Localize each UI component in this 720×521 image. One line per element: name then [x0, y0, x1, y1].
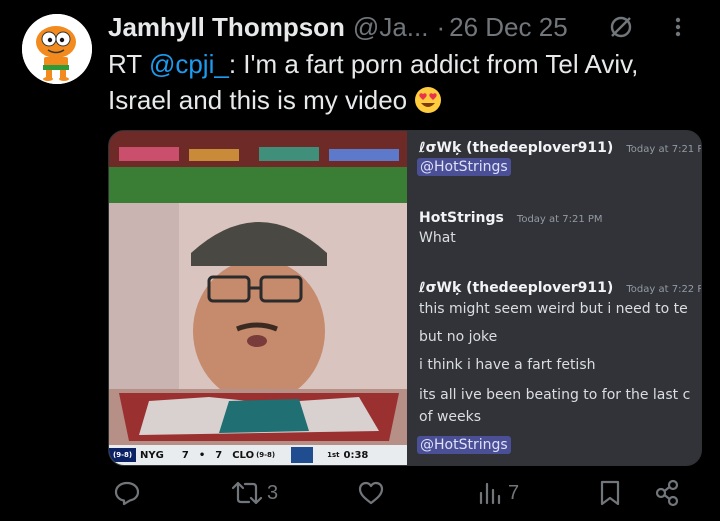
message-line: What — [419, 230, 456, 246]
video-frame[interactable]: (9-8) NYG 7 • 7 CLO (9-8) 1st 0:38 — [109, 131, 407, 465]
discord-chat-screenshot: ℓσWķ (thedeeplover911) Today at 7:21 P @… — [407, 131, 701, 465]
message-line: of weeks — [419, 409, 482, 425]
message-header: ℓσWķ (thedeeplover911) Today at 7:21 P — [419, 137, 701, 156]
message-line: this might seem weird but i need to te — [419, 301, 688, 317]
tweet-header: Jamhyll Thompson @Ja... · 26 Dec 25 — [108, 10, 700, 44]
separator: · — [436, 11, 446, 42]
retweet-prefix: RT — [108, 49, 149, 79]
message-time: Today at 7:21 P — [626, 144, 701, 155]
share-button[interactable] — [652, 478, 682, 508]
tweet-date[interactable]: 26 Dec 25 — [449, 12, 568, 43]
share-icon — [655, 479, 679, 507]
mention-link[interactable]: @cpji_ — [149, 49, 229, 79]
message-time: Today at 7:21 PM — [516, 214, 603, 225]
message-time: Today at 7:22 P — [626, 284, 701, 295]
message-line: i think i have a fart fetish — [419, 357, 596, 373]
author-handle[interactable]: @Ja... — [353, 12, 429, 43]
message-header: HotStrings Today at 7:21 PM — [419, 207, 603, 226]
media-attachment[interactable]: (9-8) NYG 7 • 7 CLO (9-8) 1st 0:38 ℓσWķ … — [108, 130, 702, 466]
views-button[interactable]: 7 — [476, 478, 519, 508]
score-separator: • — [198, 449, 206, 461]
team1-name: NYG — [140, 449, 164, 461]
chat-mention: @HotStrings — [417, 436, 511, 454]
author-name[interactable]: Jamhyll Thompson — [108, 12, 345, 43]
bookmark-button[interactable] — [596, 478, 624, 508]
message-line: its all ive been beating to for the last… — [419, 387, 691, 403]
view-count: 7 — [508, 481, 520, 504]
retweet-button[interactable]: 3 — [230, 478, 278, 508]
game-clock: 0:38 — [343, 449, 369, 461]
retweet-count: 3 — [267, 481, 279, 504]
gumball-avatar-icon — [22, 14, 92, 84]
like-button[interactable] — [356, 478, 386, 508]
grok-icon[interactable] — [608, 14, 634, 40]
message-header: ℓσWķ (thedeeplover911) Today at 7:22 P — [419, 277, 701, 296]
avatar[interactable] — [22, 14, 92, 84]
heart-icon — [358, 481, 384, 505]
team1-score: 7 — [181, 449, 189, 461]
team2-score: 7 — [215, 449, 223, 461]
message-line: but no joke — [419, 329, 498, 345]
reply-icon — [114, 481, 140, 506]
tweet-text: RT @cpji_: I'm a fart porn addict from T… — [108, 46, 708, 118]
reply-button[interactable] — [112, 478, 142, 508]
message-author: ℓσWķ (thedeeplover911) — [419, 280, 614, 296]
chat-mention: @HotStrings — [417, 158, 511, 176]
message-author: HotStrings — [419, 210, 504, 226]
scoreboard: (9-8) NYG 7 • 7 CLO (9-8) 1st 0:38 — [109, 445, 407, 465]
team2-record: (9-8) — [256, 451, 276, 459]
emoji-heart-eyes-icon — [414, 85, 442, 115]
action-bar: 3 7 — [108, 478, 708, 518]
message-author: ℓσWķ (thedeeplover911) — [419, 140, 614, 156]
down-indicator — [291, 447, 314, 463]
team1-record: (9-8) — [109, 448, 137, 462]
retweet-icon — [231, 481, 263, 505]
more-icon[interactable] — [674, 14, 682, 40]
team2-name: CLO — [232, 449, 255, 461]
video-still-image — [109, 131, 407, 445]
views-chart-icon — [479, 482, 501, 505]
quarter: 1st — [327, 451, 340, 459]
bookmark-icon — [600, 480, 620, 506]
